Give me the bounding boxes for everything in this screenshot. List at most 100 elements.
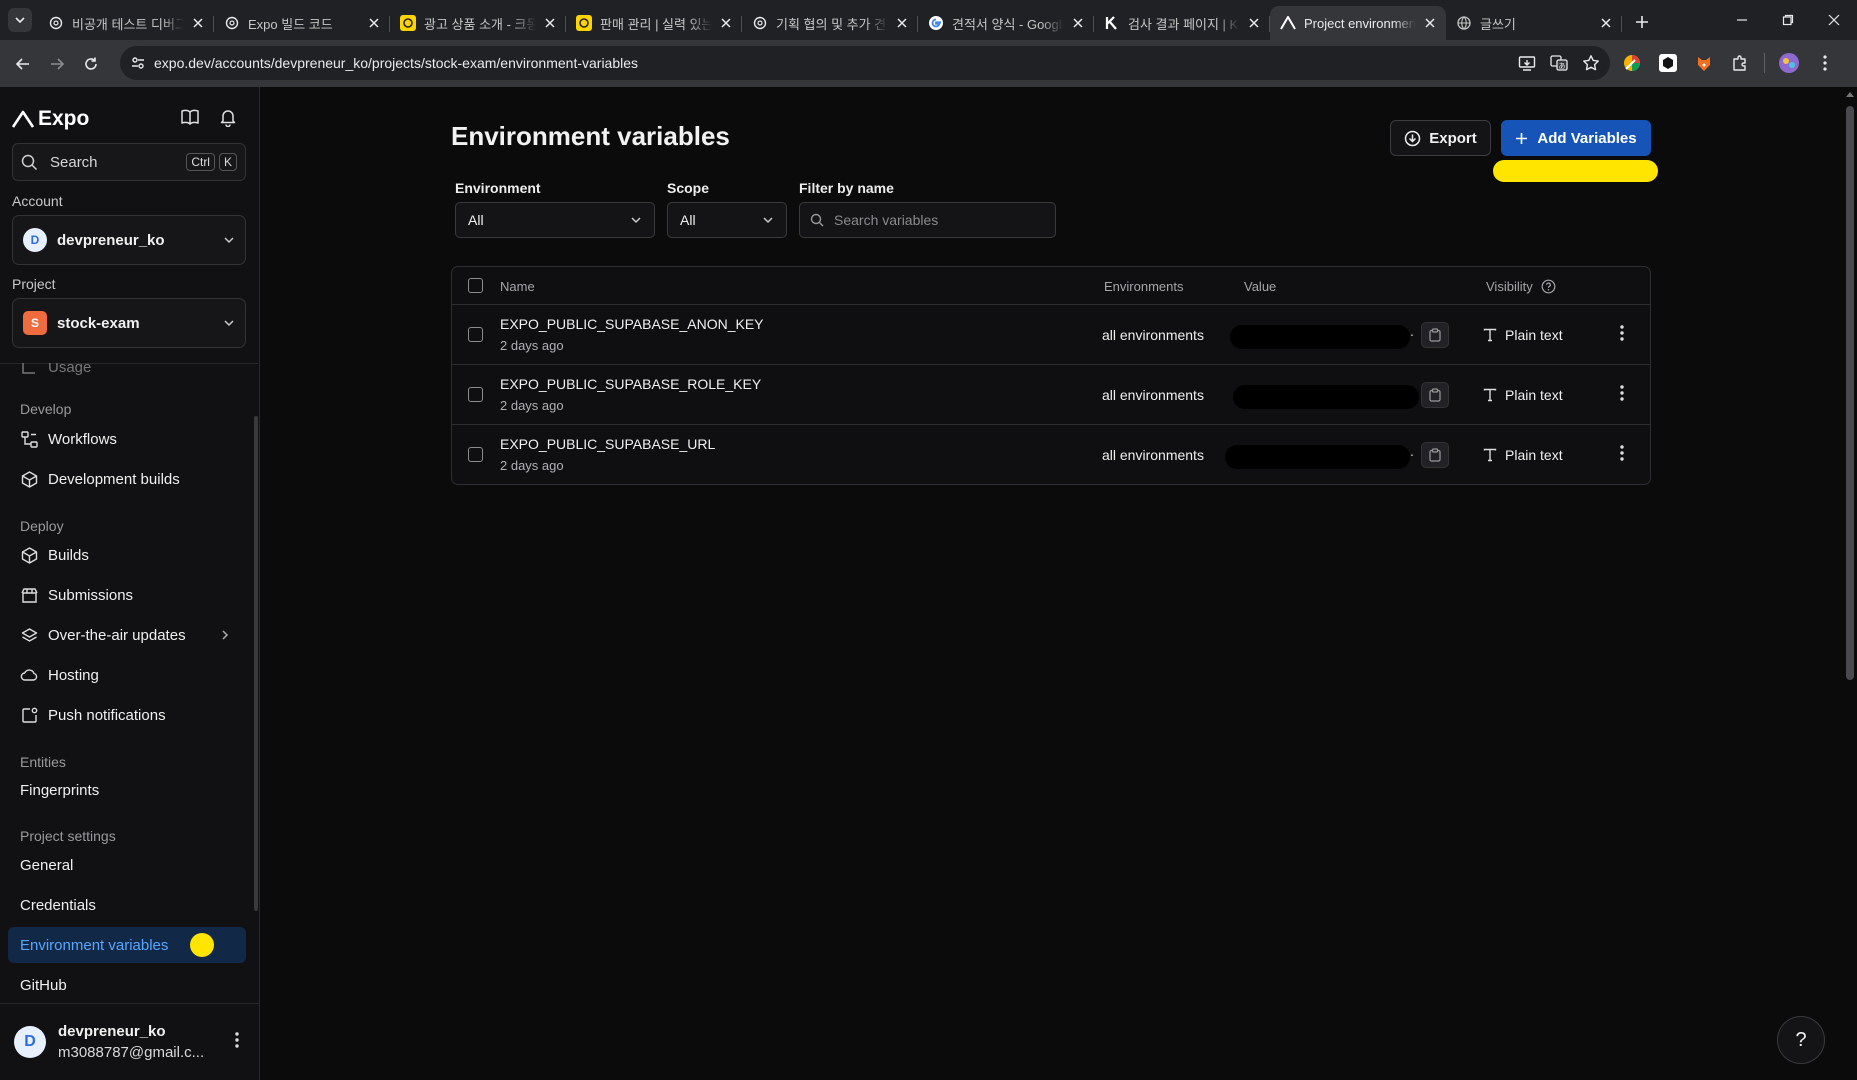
nav-item-environment-variables[interactable]: Environment variables [8,927,246,963]
tab-search-button[interactable] [8,8,32,32]
help-circle-icon[interactable] [1541,279,1556,294]
close-window-button[interactable] [1811,0,1857,40]
kmong-icon [400,15,416,31]
nav-group-develop: Develop [20,401,72,417]
page-scrollbar-thumb[interactable] [1846,106,1854,680]
browser-toolbar: expo.dev/accounts/devpreneur_ko/projects… [0,40,1857,87]
browser-tab-active[interactable]: Project environment [1270,6,1446,40]
nav-item-fingerprints[interactable]: Fingerprints [8,772,246,808]
reload-button[interactable] [74,47,108,81]
close-icon[interactable] [718,15,734,31]
copy-value-button[interactable] [1421,322,1449,348]
browser-menu-icon[interactable] [1813,51,1837,75]
svg-text:あ: あ [1559,62,1566,70]
more-vertical-icon[interactable] [235,1032,239,1048]
color-picker-extension-icon[interactable] [1620,51,1644,75]
docs-book-icon[interactable] [180,107,200,127]
select-all-checkbox[interactable] [468,278,483,293]
add-variables-button[interactable]: Add Variables [1501,120,1651,156]
table-row[interactable]: EXPO_PUBLIC_SUPABASE_URL 2 days ago all … [452,425,1650,485]
scope-select[interactable]: All [667,202,787,238]
sidebar-scrollbar[interactable] [254,416,258,911]
visibility-cell: Plain text [1483,327,1563,343]
tab-title: 비공개 테스트 디버그 [72,16,184,32]
download-circle-icon [1404,130,1421,146]
nav-item-development-builds[interactable]: Development builds [8,461,246,497]
google-icon [928,15,944,31]
row-checkbox[interactable] [468,327,483,342]
environment-select[interactable]: All [455,202,655,238]
nav-item-general[interactable]: General [8,847,246,883]
nav-item-submissions[interactable]: Submissions [8,577,246,613]
export-button[interactable]: Export [1390,120,1491,156]
openai-icon [752,15,768,31]
account-avatar: D [23,228,47,252]
puzzle-extensions-icon[interactable] [1728,51,1752,75]
nav-item-push-notifications[interactable]: Push notifications [8,697,246,733]
bookmark-star-icon[interactable] [1582,54,1600,72]
browser-tab[interactable]: 판매 관리 | 실력 있는 [566,6,742,40]
nav-item-builds[interactable]: Builds [8,537,246,573]
close-icon[interactable] [1598,15,1614,31]
minimize-button[interactable] [1719,0,1765,40]
notifications-bell-icon[interactable] [218,107,238,127]
tab-title: Project environment [1304,15,1416,31]
close-icon[interactable] [366,15,382,31]
forward-button[interactable] [40,47,74,81]
fox-extension-icon[interactable] [1692,51,1716,75]
browser-tab[interactable]: 광고 상품 소개 - 크몽 [390,6,566,40]
address-bar[interactable]: expo.dev/accounts/devpreneur_ko/projects… [120,46,1610,80]
row-checkbox[interactable] [468,447,483,462]
nav-item-usage[interactable]: Usage [8,363,246,385]
extensions-area [1620,46,1837,80]
install-app-icon[interactable] [1518,54,1536,72]
nav-item-hosting[interactable]: Hosting [8,657,246,693]
close-icon[interactable] [1070,15,1086,31]
close-icon[interactable] [1246,15,1262,31]
main-content: Environment variables Export Add Variabl… [260,87,1840,1080]
account-switcher[interactable]: D devpreneur_ko [12,215,246,265]
site-settings-icon[interactable] [130,55,146,71]
project-switcher[interactable]: S stock-exam [12,298,246,348]
sidebar-search[interactable]: Search Ctrl K [12,143,246,181]
browser-tab[interactable]: Expo 빌드 코드 [214,6,390,40]
variable-environments: all environments [1102,447,1204,463]
copy-value-button[interactable] [1421,442,1449,468]
row-actions-button[interactable] [1620,445,1624,461]
row-actions-button[interactable] [1620,325,1624,341]
layers-icon [20,626,38,644]
browser-tab[interactable]: 검사 결과 페이지 | K [1094,6,1270,40]
browser-tab[interactable]: 글쓰기 [1446,6,1622,40]
nav-item-label: Environment variables [20,936,169,954]
dev-extension-icon[interactable] [1656,51,1680,75]
browser-tab[interactable]: 견적서 양식 - Google [918,6,1094,40]
nav-item-github[interactable]: GitHub [8,967,246,1003]
translate-icon[interactable]: あ [1550,54,1568,72]
table-row[interactable]: EXPO_PUBLIC_SUPABASE_ANON_KEY 2 days ago… [452,305,1650,365]
close-icon[interactable] [542,15,558,31]
nav-item-label: Push notifications [48,706,166,724]
user-menu[interactable]: D devpreneur_ko m3088787@gmail.c... [0,1003,259,1080]
new-tab-button[interactable] [1628,8,1656,36]
close-icon[interactable] [1422,15,1438,31]
clipboard-icon [1429,388,1441,402]
browser-tab[interactable]: 기획 협의 및 추가 견적 [742,6,918,40]
close-icon[interactable] [190,15,206,31]
browser-tab[interactable]: 비공개 테스트 디버그 [38,6,214,40]
expo-logo[interactable]: Expo [12,107,89,131]
back-button[interactable] [6,47,40,81]
nav-item-credentials[interactable]: Credentials [8,887,246,923]
row-checkbox[interactable] [468,387,483,402]
nav-item-workflows[interactable]: Workflows [8,421,246,457]
row-actions-button[interactable] [1620,385,1624,401]
scroll-up-arrow-icon[interactable] [1846,91,1854,97]
cloud-icon [20,666,38,684]
copy-value-button[interactable] [1421,382,1449,408]
table-row[interactable]: EXPO_PUBLIC_SUPABASE_ROLE_KEY 2 days ago… [452,365,1650,425]
profile-avatar-icon[interactable] [1777,51,1801,75]
help-button[interactable]: ? [1777,1016,1825,1064]
close-icon[interactable] [894,15,910,31]
nav-item-over-the-air-updates[interactable]: Over-the-air updates [8,617,246,653]
search-variables-input[interactable] [834,212,1034,228]
restore-button[interactable] [1765,0,1811,40]
